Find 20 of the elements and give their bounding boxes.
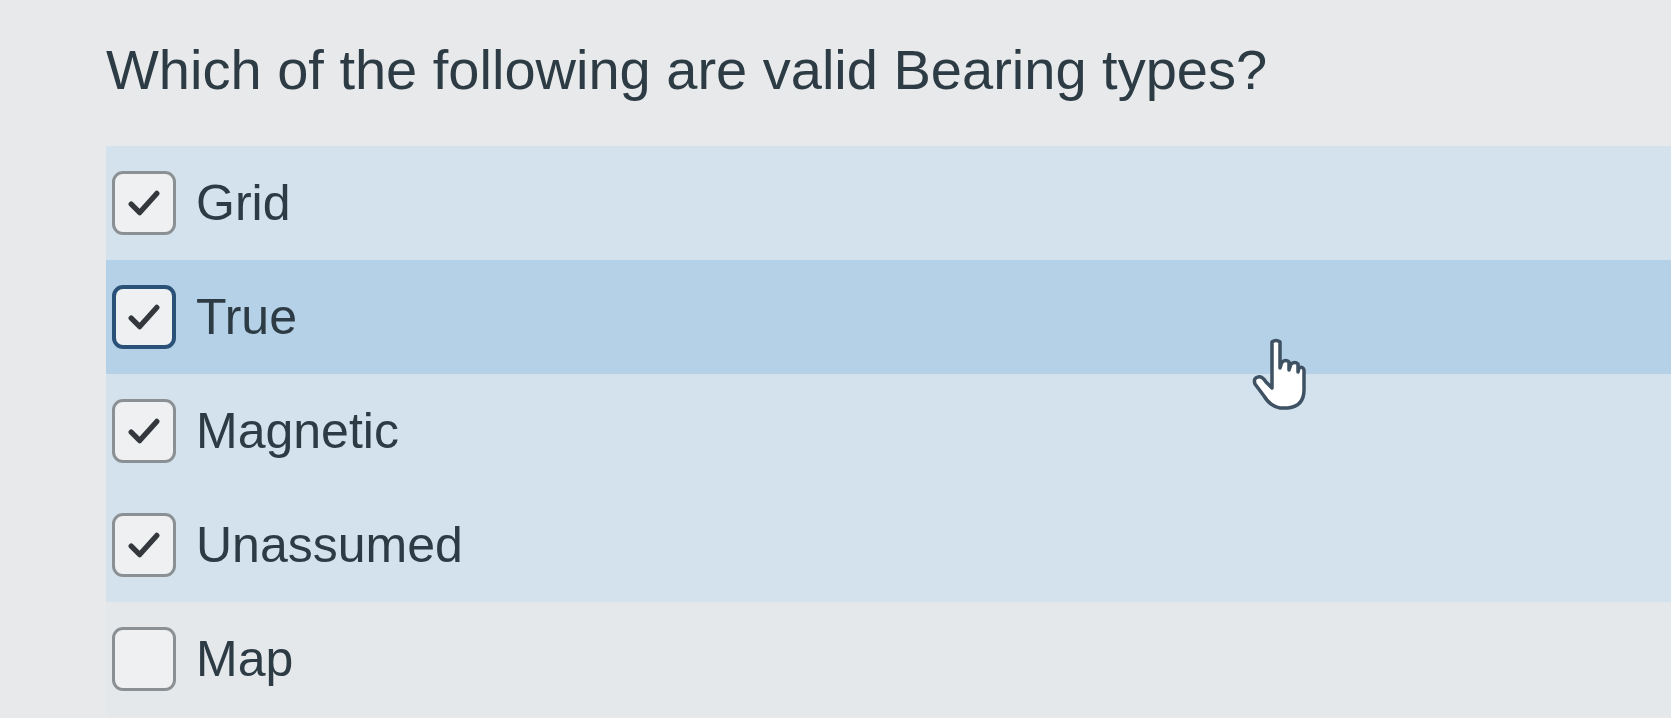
checkmark-icon <box>128 418 160 445</box>
hand-cursor-icon <box>1252 338 1306 410</box>
option-label: Magnetic <box>196 403 399 459</box>
checkmark-icon <box>128 304 160 331</box>
option-label: True <box>196 289 297 345</box>
option-label: Unassumed <box>196 517 463 573</box>
checkbox[interactable] <box>112 627 176 692</box>
checkmark-icon <box>128 532 160 559</box>
checkbox[interactable] <box>112 513 176 578</box>
checkbox[interactable] <box>112 399 176 464</box>
answer-option[interactable]: True <box>106 260 1671 375</box>
checkbox[interactable] <box>112 171 176 236</box>
checkbox[interactable] <box>112 285 176 350</box>
answer-option[interactable]: Grid <box>106 146 1671 261</box>
option-label: Map <box>196 631 294 687</box>
answer-option[interactable]: Unassumed <box>106 488 1671 603</box>
checkmark-icon <box>128 190 160 217</box>
option-label: Grid <box>196 175 291 231</box>
answer-option[interactable]: Magnetic <box>106 374 1671 489</box>
question-text: Which of the following are valid Bearing types? <box>106 38 1269 103</box>
